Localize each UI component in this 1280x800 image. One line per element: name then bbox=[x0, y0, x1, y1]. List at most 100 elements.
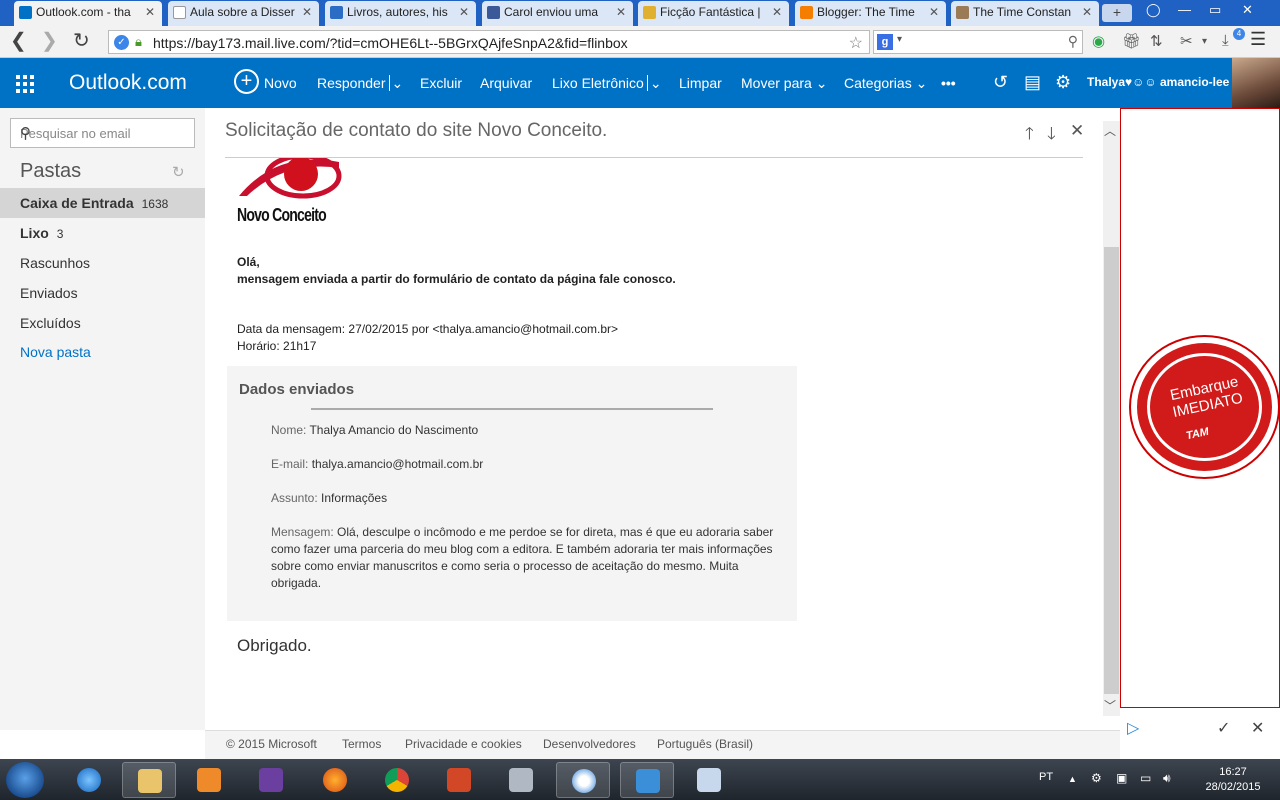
input-language[interactable]: PT bbox=[1039, 771, 1053, 783]
field-name: Nome: Thalya Amancio do Nascimento bbox=[271, 422, 478, 439]
tray-expand-icon[interactable]: ▲ bbox=[1068, 774, 1077, 784]
volume-icon[interactable]: 🔊︎ bbox=[1163, 771, 1171, 786]
avatar[interactable] bbox=[1232, 58, 1280, 108]
undo-icon[interactable]: ↺ bbox=[993, 72, 1008, 93]
windows-start-icon[interactable] bbox=[6, 762, 44, 798]
terms-link[interactable]: Termos bbox=[342, 737, 381, 751]
search-icon[interactable]: ⚲ bbox=[1068, 33, 1078, 50]
archive-button[interactable]: Arquivar bbox=[480, 75, 532, 91]
tab-aula[interactable]: Aula sobre a Disser ✕ bbox=[168, 1, 319, 26]
paint-icon[interactable] bbox=[682, 762, 736, 798]
tab-facebook[interactable]: Carol enviou uma ✕ bbox=[482, 1, 633, 26]
app-a-icon[interactable] bbox=[620, 762, 674, 798]
tab-outlook[interactable]: Outlook.com - tha ✕ bbox=[14, 1, 162, 27]
gift-icon[interactable]: 🎁︎ bbox=[1122, 32, 1141, 50]
more-commands-button[interactable]: ••• bbox=[941, 75, 956, 91]
new-button[interactable]: Novo bbox=[264, 75, 297, 91]
restore-icon[interactable]: ▭ bbox=[1209, 2, 1221, 18]
close-tab-icon[interactable]: ✕ bbox=[772, 5, 782, 19]
media-player-icon[interactable] bbox=[182, 762, 236, 798]
new-plus-icon[interactable]: + bbox=[234, 69, 259, 94]
user-name[interactable]: Thalya♥☺☺ amancio-lee bbox=[1087, 75, 1229, 89]
chevron-down-icon[interactable]: ⌄ bbox=[388, 75, 404, 91]
categories-button[interactable]: Categorias ⌄ bbox=[844, 75, 927, 92]
adchoices-icon[interactable]: ▷ bbox=[1127, 718, 1139, 738]
messaging-icon[interactable]: ▤ bbox=[1024, 72, 1041, 93]
skype-icon[interactable] bbox=[556, 762, 610, 798]
tab-time-constant[interactable]: The Time Constan ✕ bbox=[951, 1, 1099, 26]
sync-icon[interactable]: ⇅ bbox=[1150, 32, 1163, 50]
brand-title[interactable]: Outlook.com bbox=[69, 71, 187, 95]
tab-ficcao[interactable]: Ficção Fantástica | ✕ bbox=[638, 1, 789, 26]
ad-close-icon[interactable]: ✕ bbox=[1251, 718, 1264, 738]
folder-junk[interactable]: Lixo 3 bbox=[0, 218, 205, 248]
scroll-down-icon[interactable]: ﹀ bbox=[1104, 697, 1116, 714]
download-icon[interactable]: ⤓ bbox=[1222, 32, 1229, 49]
developers-link[interactable]: Desenvolvedores bbox=[543, 737, 636, 751]
folder-sent[interactable]: Enviados bbox=[0, 278, 205, 308]
language-link[interactable]: Português (Brasil) bbox=[657, 737, 753, 751]
menu-icon[interactable]: ☰ bbox=[1250, 29, 1266, 50]
ad-check-icon[interactable]: ✓ bbox=[1217, 718, 1230, 738]
search-icon[interactable]: ⚲ bbox=[20, 124, 186, 142]
move-to-button[interactable]: Mover para ⌄ bbox=[741, 75, 827, 92]
tray-device-icon[interactable]: ▣ bbox=[1116, 771, 1127, 785]
address-bar[interactable]: ✓ 🔒︎ https://bay173.mail.live.com/?tid=c… bbox=[108, 30, 870, 54]
chat-icon[interactable]: ◯ bbox=[1146, 2, 1161, 18]
refresh-icon[interactable]: ↻ bbox=[172, 163, 185, 181]
close-tab-icon[interactable]: ✕ bbox=[459, 5, 469, 19]
back-icon[interactable]: ❮ bbox=[10, 30, 27, 52]
file-explorer-icon[interactable] bbox=[122, 762, 176, 798]
sweep-button[interactable]: Limpar bbox=[679, 75, 722, 91]
firefox-icon[interactable] bbox=[308, 762, 362, 798]
scrollbar-thumb[interactable] bbox=[1104, 247, 1119, 694]
close-window-icon[interactable]: ✕ bbox=[1242, 2, 1253, 18]
scroll-up-icon[interactable]: ︿ bbox=[1104, 122, 1116, 139]
close-tab-icon[interactable]: ✕ bbox=[1082, 5, 1092, 19]
browser-tab-strip: Outlook.com - tha ✕ Aula sobre a Disser … bbox=[0, 0, 1280, 27]
chevron-down-icon[interactable]: ⌄ bbox=[646, 75, 662, 91]
close-tab-icon[interactable]: ✕ bbox=[929, 5, 939, 19]
folder-drafts[interactable]: Rascunhos bbox=[0, 248, 205, 278]
dropdown-arrow-icon[interactable]: ▾ bbox=[897, 34, 902, 45]
network-icon[interactable]: ▭ bbox=[1140, 771, 1151, 785]
junk-button[interactable]: Lixo Eletrônico ⌄ bbox=[552, 75, 662, 92]
field-label: Mensagem: bbox=[271, 525, 334, 539]
forward-icon[interactable]: ❯ bbox=[41, 30, 58, 52]
scissors-icon[interactable]: ✂ bbox=[1180, 32, 1193, 50]
reply-button[interactable]: Responder ⌄ bbox=[317, 75, 404, 92]
new-tab-button[interactable]: + bbox=[1102, 4, 1132, 22]
search-mail-input[interactable]: Pesquisar no email ⚲ bbox=[10, 118, 195, 148]
gear-icon[interactable]: ⚙ bbox=[1055, 72, 1071, 93]
folder-deleted[interactable]: Excluídos bbox=[0, 308, 205, 338]
previous-message-icon[interactable]: 🡑 bbox=[1025, 121, 1034, 150]
visual-studio-icon[interactable] bbox=[244, 762, 298, 798]
tab-label: Carol enviou uma bbox=[504, 5, 599, 19]
itunes-icon[interactable] bbox=[494, 762, 548, 798]
app-launcher-icon[interactable] bbox=[16, 75, 34, 93]
powerpoint-icon[interactable] bbox=[432, 762, 486, 798]
close-message-icon[interactable]: ✕ bbox=[1070, 121, 1084, 141]
bookmark-star-icon[interactable]: ☆ bbox=[849, 33, 863, 53]
search-engine-box[interactable]: g ▾ ⚲ bbox=[873, 30, 1083, 54]
addon-icon[interactable]: ◉ bbox=[1092, 32, 1105, 50]
tray-app-icon[interactable]: ⚙ bbox=[1091, 771, 1102, 785]
reload-icon[interactable]: ↻ bbox=[73, 30, 90, 52]
tab-livros[interactable]: Livros, autores, his ✕ bbox=[325, 1, 476, 26]
internet-explorer-icon[interactable] bbox=[62, 762, 116, 798]
privacy-link[interactable]: Privacidade e cookies bbox=[405, 737, 522, 751]
dropdown-arrow-icon[interactable]: ▾ bbox=[1202, 36, 1207, 47]
next-message-icon[interactable]: 🡓 bbox=[1047, 121, 1056, 150]
chrome-icon[interactable] bbox=[370, 762, 424, 798]
minimize-icon[interactable]: — bbox=[1178, 2, 1191, 17]
tab-blogger[interactable]: Blogger: The Time ✕ bbox=[795, 1, 946, 26]
close-tab-icon[interactable]: ✕ bbox=[145, 5, 155, 19]
url-text[interactable]: https://bay173.mail.live.com/?tid=cmOHE6… bbox=[153, 35, 628, 51]
system-clock[interactable]: 16:27 28/02/2015 bbox=[1198, 765, 1268, 795]
delete-button[interactable]: Excluir bbox=[420, 75, 462, 91]
close-tab-icon[interactable]: ✕ bbox=[302, 5, 312, 19]
close-tab-icon[interactable]: ✕ bbox=[616, 5, 626, 19]
new-folder-link[interactable]: Nova pasta bbox=[0, 337, 205, 367]
document-favicon-icon bbox=[173, 6, 186, 19]
folder-inbox[interactable]: Caixa de Entrada 1638 bbox=[0, 188, 205, 218]
